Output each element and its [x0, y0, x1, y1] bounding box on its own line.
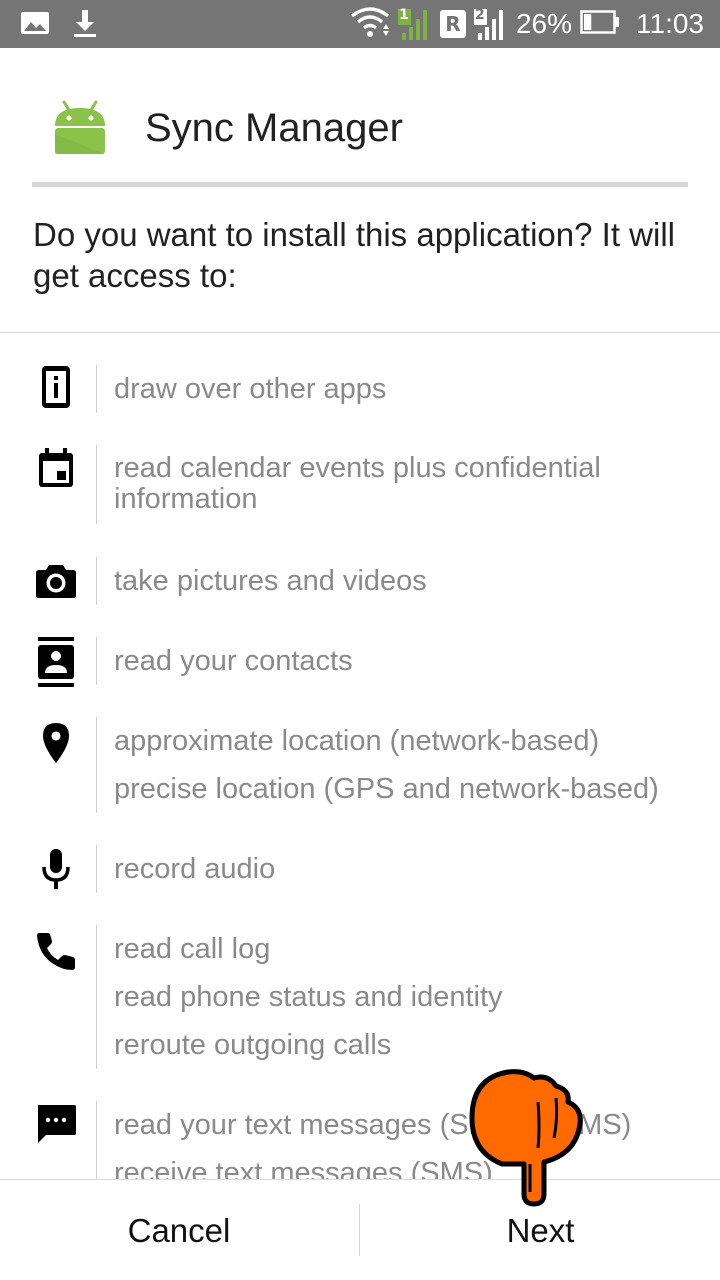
permission-line: record audio — [114, 853, 276, 885]
app-header: Sync Manager — [0, 48, 720, 188]
permission-lines: take pictures and videos — [96, 557, 427, 605]
permission-line: approximate location (network-based) — [114, 725, 600, 757]
permission-line: reroute outgoing calls — [114, 1029, 392, 1061]
permission-lines: draw over other apps — [96, 365, 386, 413]
android-icon — [52, 100, 108, 156]
permission-line: read calendar events plus confidential — [114, 452, 601, 484]
permission-line: read phone status and identity — [114, 981, 503, 1013]
permission-lines: read calendar events plus confidential i… — [96, 445, 601, 524]
permission-line: draw over other apps — [114, 373, 387, 405]
button-bar: Cancel Next — [0, 1179, 720, 1280]
contacts-icon — [34, 637, 78, 687]
header-divider — [32, 182, 688, 187]
permission-line: information — [114, 483, 258, 515]
phone-icon — [34, 929, 78, 973]
sim2-label: 2 — [474, 7, 485, 23]
wifi-icon — [350, 6, 390, 42]
pointing-hand-icon — [468, 1068, 588, 1208]
clock: 11:03 — [636, 8, 704, 39]
sim1-label: 1 — [398, 7, 409, 23]
app-title: Sync Manager — [145, 106, 403, 150]
cancel-button[interactable]: Cancel — [0, 1180, 358, 1280]
phone-info-icon — [34, 365, 78, 409]
signal-sim2-icon: 2 — [473, 7, 508, 41]
permission-line: precise location (GPS and network-based) — [114, 773, 659, 805]
message-icon — [34, 1103, 78, 1147]
camera-icon — [34, 559, 78, 603]
location-icon — [34, 721, 78, 765]
permission-lines: record audio — [96, 845, 275, 893]
permission-line: read call log — [114, 933, 271, 965]
permission-line: take pictures and videos — [114, 565, 427, 597]
permission-lines: read your contacts — [96, 637, 353, 685]
button-divider — [359, 1204, 360, 1256]
permission-lines: read call log read phone status and iden… — [96, 925, 503, 1069]
signal-sim1-icon: 1 — [397, 7, 432, 41]
battery-icon — [580, 10, 620, 38]
calendar-icon — [34, 447, 78, 491]
battery-percent: 26% — [515, 8, 572, 39]
permission-line: read your contacts — [114, 645, 353, 677]
status-bar: 1 R 2 26% 11:03 — [0, 0, 720, 48]
install-question: Do you want to install this application?… — [33, 216, 675, 294]
image-icon — [20, 8, 50, 42]
microphone-icon — [34, 847, 78, 891]
download-icon — [72, 8, 98, 42]
roaming-icon: R — [439, 10, 466, 38]
permission-lines: approximate location (network-based) pre… — [96, 717, 659, 813]
permissions-list[interactable]: draw over other apps read calendar event… — [0, 333, 720, 1179]
